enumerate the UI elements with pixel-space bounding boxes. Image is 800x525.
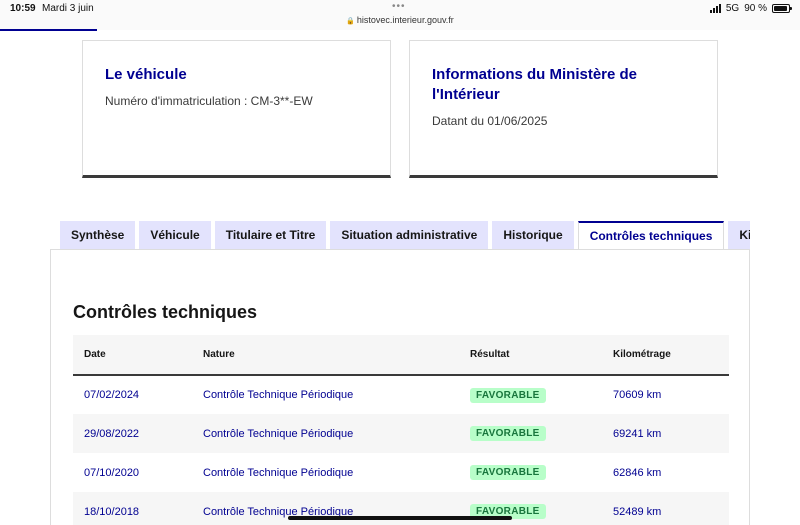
table-header-row: Date Nature Résultat Kilométrage (73, 335, 729, 375)
status-date: Mardi 3 juin (42, 3, 94, 14)
url-text: histovec.interieur.gouv.fr (356, 15, 454, 25)
cell-result: FAVORABLE (459, 453, 602, 492)
tab-titulaire[interactable]: Titulaire et Titre (214, 221, 327, 249)
tab-situation-administrative[interactable]: Situation administrative (330, 221, 489, 249)
table-row: 07/02/2024 Contrôle Technique Périodique… (73, 375, 729, 414)
battery-fill (774, 6, 787, 11)
status-badge: FAVORABLE (470, 426, 546, 441)
header-result: Résultat (470, 349, 510, 360)
lock-icon: 🔒 (346, 18, 355, 25)
cell-date: 07/10/2020 (84, 466, 140, 479)
cell-nature: Contrôle Technique Périodique (203, 466, 354, 479)
home-indicator[interactable] (288, 516, 512, 520)
cell-mileage: 69241 km (613, 427, 662, 440)
battery-icon (772, 4, 792, 13)
cell-mileage: 62846 km (613, 466, 662, 479)
table-row: 07/10/2020 Contrôle Technique Périodique… (73, 453, 729, 492)
cell-nature: Contrôle Technique Périodique (203, 427, 354, 440)
header-nature: Nature (203, 349, 235, 360)
table-row: 18/10/2018 Contrôle Technique Périodique… (73, 492, 729, 525)
vehicle-card-title: Le véhicule (105, 66, 187, 83)
status-badge: FAVORABLE (470, 465, 546, 480)
inspections-table: Date Nature Résultat Kilométrage 07/02/2… (73, 335, 729, 525)
cell-result: FAVORABLE (459, 414, 602, 453)
battery-label: 90 % (744, 3, 767, 14)
tab-controles-techniques[interactable]: Contrôles techniques (577, 221, 725, 249)
header-date: Date (84, 349, 106, 360)
cell-nature: Contrôle Technique Périodique (203, 505, 354, 518)
tab-vehicule[interactable]: Véhicule (139, 221, 211, 249)
ministry-date: Datant du 01/06/2025 (432, 114, 548, 128)
cell-mileage: 52489 km (613, 505, 662, 518)
tab-historique[interactable]: Historique (492, 221, 574, 249)
cell-date: 29/08/2022 (84, 427, 140, 440)
status-indicators: 5G 90 % (709, 3, 792, 14)
tab-synthese[interactable]: Synthèse (60, 221, 136, 249)
header-mileage: Kilométrage (613, 349, 671, 360)
cell-mileage: 70609 km (613, 389, 662, 401)
cell-result: FAVORABLE (459, 492, 602, 525)
table-row: 29/08/2022 Contrôle Technique Périodique… (73, 414, 729, 453)
cell-date: 18/10/2018 (84, 505, 140, 518)
registration-number: Numéro d'immatriculation : CM-3**-EW (105, 94, 313, 108)
tab-bar: Synthèse Véhicule Titulaire et Titre Situat… (60, 221, 750, 249)
tab-kilometrage[interactable]: Kilométrage (728, 221, 750, 249)
cell-result: FAVORABLE (459, 375, 602, 414)
status-bar: 10:59 Mardi 3 juin ••• 🔒 histovec.interie… (0, 0, 800, 31)
cell-nature: Contrôle Technique Périodique (203, 389, 354, 401)
header-underline (0, 29, 97, 31)
more-dots-icon[interactable]: ••• (392, 1, 406, 12)
status-time: 10:59 (10, 3, 36, 14)
signal-icon (709, 4, 721, 13)
vehicle-card: Le véhicule Numéro d'immatriculation : C… (82, 40, 391, 178)
network-label: 5G (725, 3, 740, 14)
address-bar[interactable]: 🔒 histovec.interieur.gouv.fr (0, 15, 800, 25)
tab-panel: Contrôles techniques Date Nature Résulta… (50, 249, 750, 525)
status-badge: FAVORABLE (470, 387, 546, 403)
section-title: Contrôles techniques (73, 302, 258, 322)
ministry-card: Informations du Ministère de l'Intérieur… (409, 40, 718, 178)
ministry-card-title: Informations du Ministère de l'Intérieur (432, 66, 638, 103)
cell-date: 07/02/2024 (84, 389, 140, 401)
